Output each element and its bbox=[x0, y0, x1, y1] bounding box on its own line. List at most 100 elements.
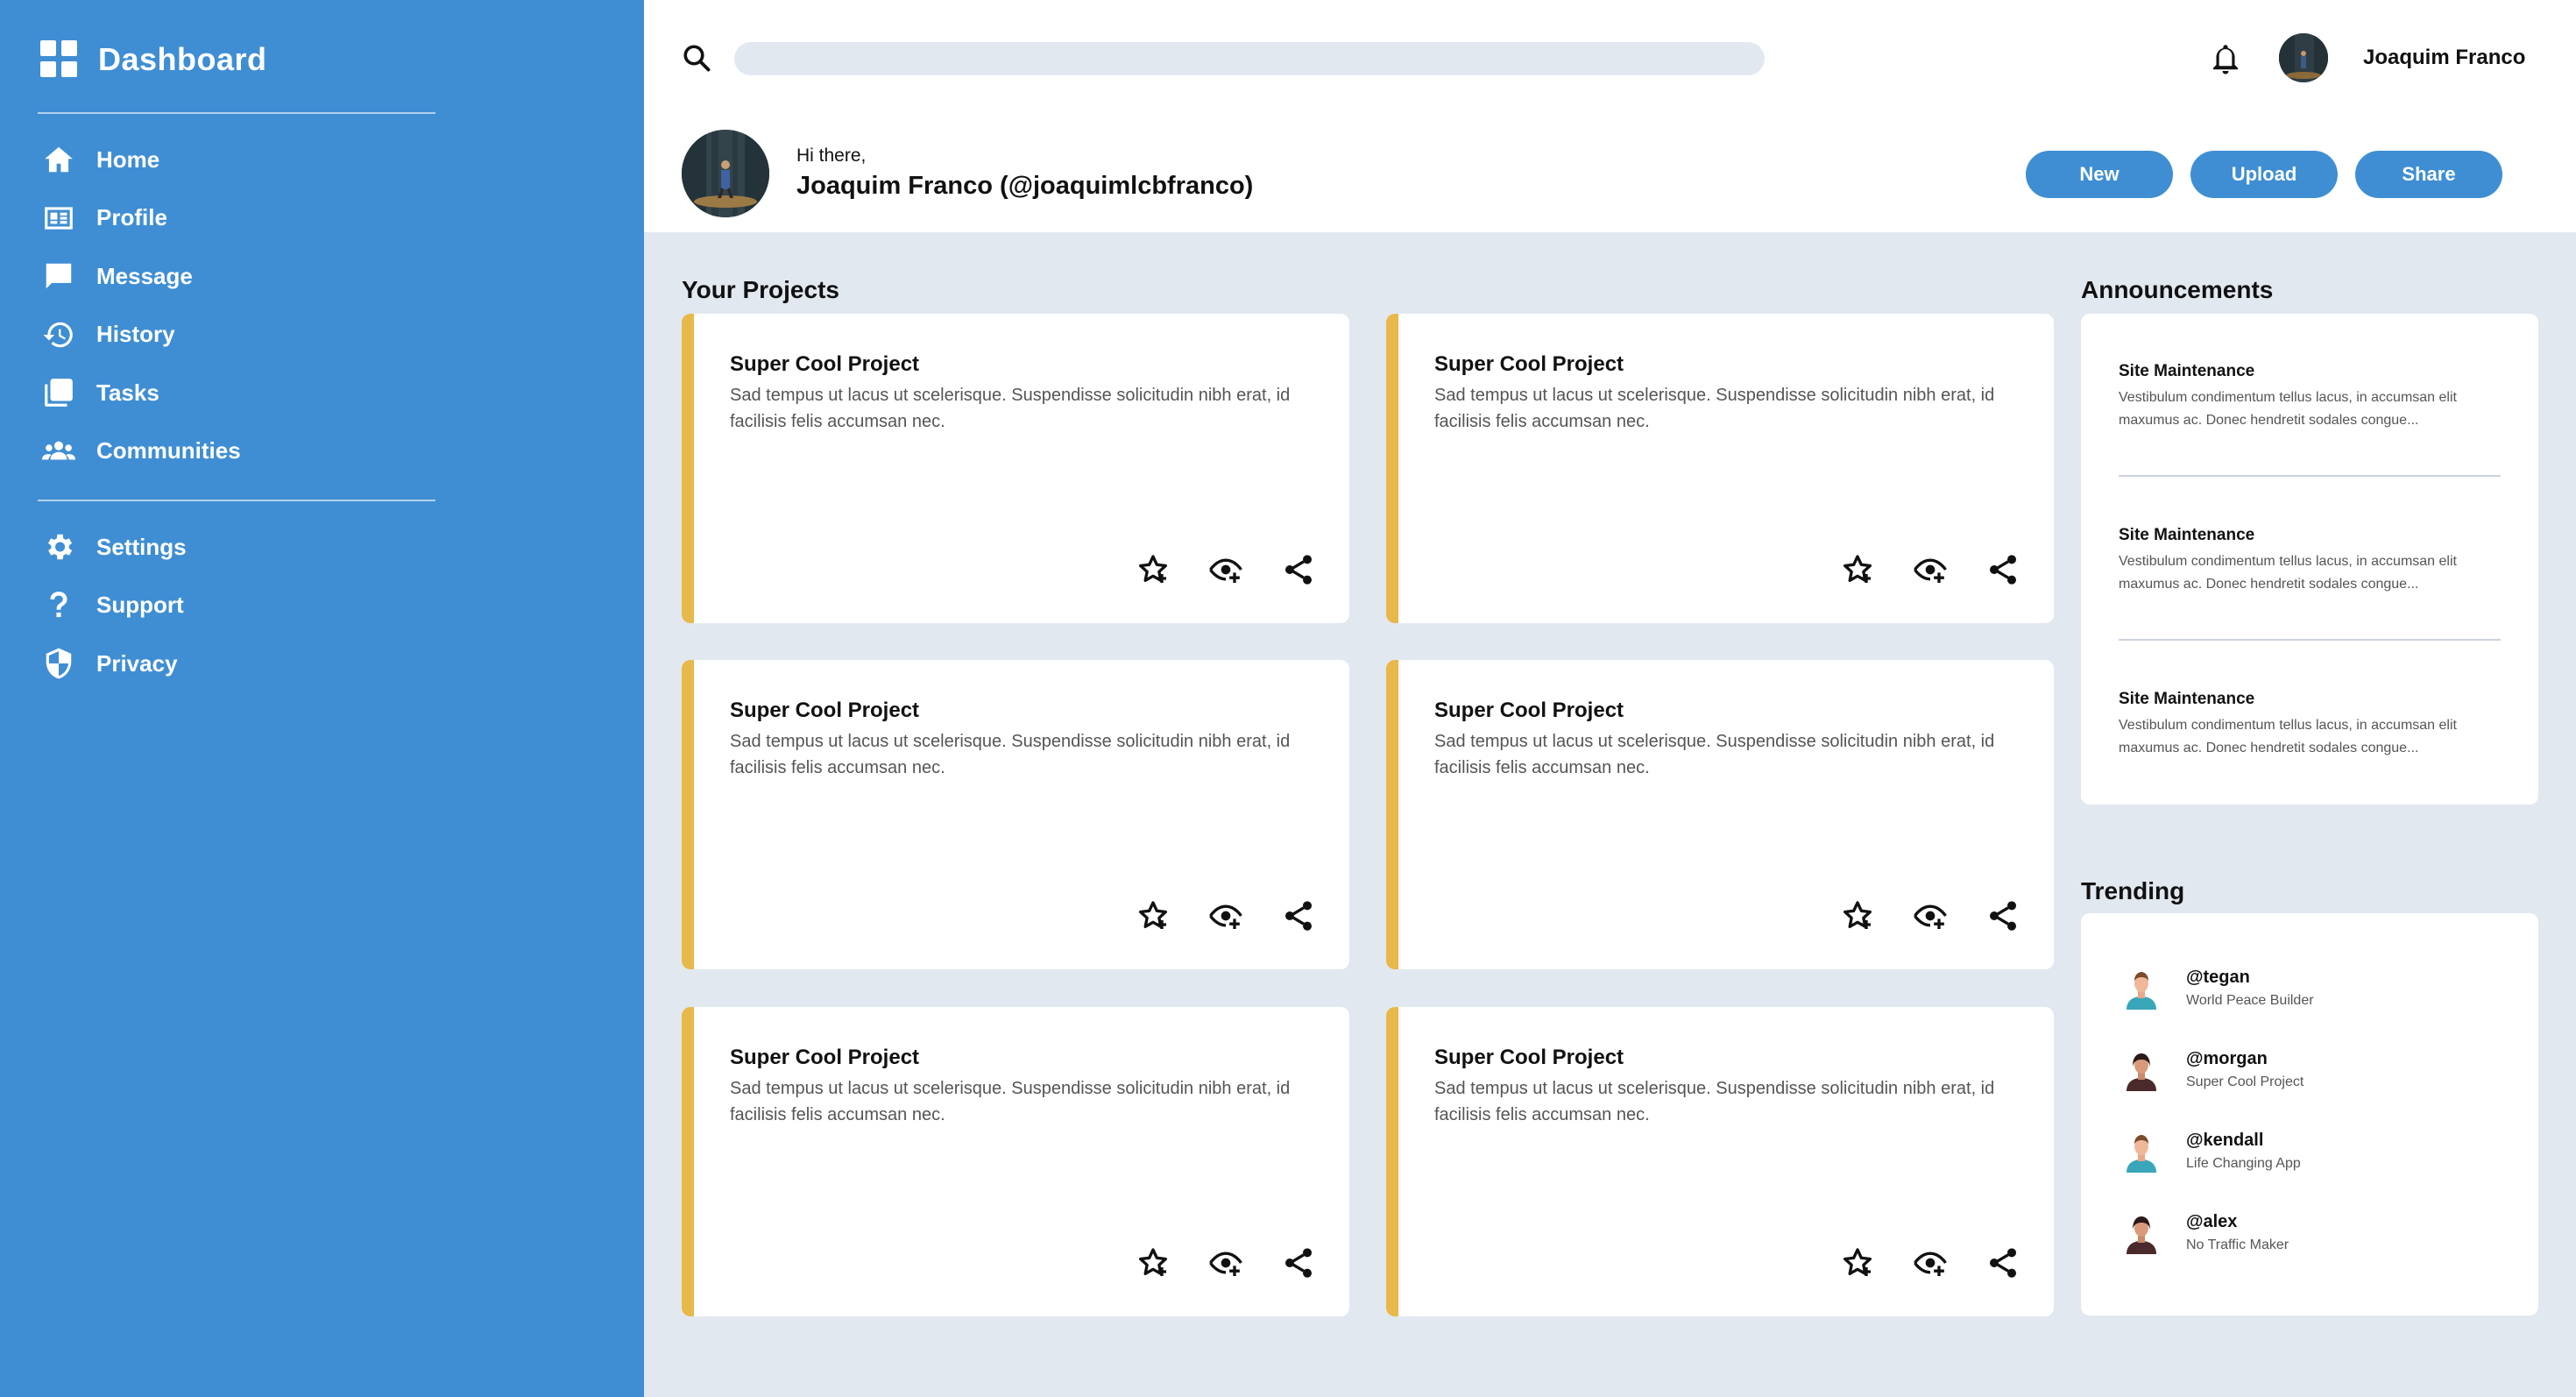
share-button[interactable]: Share bbox=[2355, 151, 2502, 198]
project-actions bbox=[1840, 552, 2054, 587]
favorite-icon[interactable] bbox=[1136, 552, 1171, 587]
project-card[interactable]: Super Cool Project Sad tempus ut lacus ut… bbox=[1386, 660, 2054, 969]
sidebar-item-label: Tasks bbox=[96, 379, 159, 406]
sidebar-item-support[interactable]: Support bbox=[40, 577, 187, 635]
favorite-icon[interactable] bbox=[1136, 898, 1171, 933]
trending-item[interactable]: @morgan Super Cool Project bbox=[2120, 1047, 2304, 1091]
bell-icon[interactable] bbox=[2207, 40, 2244, 77]
project-card[interactable]: Super Cool Project Sad tempus ut lacus ut… bbox=[682, 1007, 1349, 1316]
history-icon bbox=[40, 316, 77, 353]
announcements-panel: Site Maintenance Vestibulum condimentum … bbox=[2081, 314, 2538, 805]
watch-icon[interactable] bbox=[1913, 552, 1948, 587]
sidebar-item-label: Settings bbox=[96, 533, 187, 560]
dashboard-icon bbox=[40, 40, 79, 79]
favorite-icon[interactable] bbox=[1840, 552, 1875, 587]
sidebar-item-settings[interactable]: Settings bbox=[40, 518, 187, 577]
shield-icon bbox=[40, 645, 77, 682]
brand-title: Dashboard bbox=[98, 41, 267, 77]
upload-button[interactable]: Upload bbox=[2190, 151, 2338, 198]
gear-icon bbox=[40, 528, 77, 565]
search-icon[interactable] bbox=[681, 42, 712, 74]
sidebar-item-label: Privacy bbox=[96, 649, 178, 677]
share-icon[interactable] bbox=[1281, 552, 1316, 587]
trending-item[interactable]: @tegan World Peace Builder bbox=[2120, 966, 2314, 1010]
sidebar-item-home[interactable]: Home bbox=[40, 131, 241, 189]
sidebar-item-privacy[interactable]: Privacy bbox=[40, 635, 187, 693]
trending-handle: @tegan bbox=[2186, 967, 2250, 987]
project-card[interactable]: Super Cool Project Sad tempus ut lacus ut… bbox=[1386, 1007, 2054, 1316]
favorite-icon[interactable] bbox=[1840, 898, 1875, 933]
sidebar-item-label: History bbox=[96, 321, 175, 348]
sidebar-nav-secondary: Settings Support Privacy bbox=[40, 518, 187, 693]
project-card[interactable]: Super Cool Project Sad tempus ut lacus ut… bbox=[1386, 314, 2054, 623]
sidebar-divider bbox=[38, 500, 435, 501]
trending-subtitle: Life Changing App bbox=[2186, 1155, 2301, 1171]
announcement-title: Site Maintenance bbox=[2119, 690, 2255, 708]
avatar bbox=[2127, 1135, 2156, 1173]
favorite-icon[interactable] bbox=[1840, 1245, 1875, 1280]
user-avatar[interactable] bbox=[2279, 33, 2328, 82]
share-icon[interactable] bbox=[1985, 898, 2020, 933]
project-actions bbox=[1840, 898, 2054, 933]
sidebar-nav-primary: Home Profile Message History Tasks Commu… bbox=[40, 131, 241, 480]
greeting: Hi there, bbox=[796, 145, 867, 166]
announcement-divider bbox=[2119, 639, 2501, 641]
watch-icon[interactable] bbox=[1913, 1245, 1948, 1280]
question-icon bbox=[40, 587, 77, 624]
announcement-item[interactable]: Site Maintenance Vestibulum condimentum … bbox=[2119, 526, 2501, 596]
user-name[interactable]: Joaquim Franco bbox=[2363, 46, 2525, 70]
announcement-text: Vestibulum condimentum tellus lacus, in … bbox=[2119, 554, 2457, 592]
project-description: Sad tempus ut lacus ut scelerisque. Susp… bbox=[730, 1079, 1291, 1124]
new-button[interactable]: New bbox=[2026, 151, 2173, 198]
sidebar-item-tasks[interactable]: Tasks bbox=[40, 364, 241, 422]
announcement-item[interactable]: Site Maintenance Vestibulum condimentum … bbox=[2119, 690, 2501, 760]
watch-icon[interactable] bbox=[1913, 898, 1948, 933]
sidebar-item-message[interactable]: Message bbox=[40, 247, 241, 306]
share-icon[interactable] bbox=[1281, 898, 1316, 933]
home-icon bbox=[40, 141, 77, 178]
trending-handle: @kendall bbox=[2186, 1130, 2264, 1150]
project-actions bbox=[1136, 1245, 1349, 1280]
project-description: Sad tempus ut lacus ut scelerisque. Susp… bbox=[730, 732, 1291, 777]
trending-item[interactable]: @alex No Traffic Maker bbox=[2120, 1210, 2289, 1254]
projects-title: Your Projects bbox=[682, 276, 839, 303]
sidebar-item-label: Support bbox=[96, 592, 184, 619]
trending-panel: @tegan World Peace Builder @morgan Super… bbox=[2081, 913, 2538, 1315]
project-actions bbox=[1136, 898, 1349, 933]
share-icon[interactable] bbox=[1281, 1245, 1316, 1280]
profile-full-name: Joaquim Franco (@joaquimlcbfranco) bbox=[796, 172, 1254, 200]
announcement-text: Vestibulum condimentum tellus lacus, in … bbox=[2119, 390, 2457, 428]
message-icon bbox=[40, 258, 77, 294]
sidebar-divider bbox=[38, 112, 435, 114]
sidebar-item-profile[interactable]: Profile bbox=[40, 189, 241, 248]
id-card-icon bbox=[40, 200, 77, 237]
sidebar-item-communities[interactable]: Communities bbox=[40, 422, 241, 481]
search-input[interactable] bbox=[734, 42, 1765, 75]
favorite-icon[interactable] bbox=[1136, 1245, 1171, 1280]
announcement-item[interactable]: Site Maintenance Vestibulum condimentum … bbox=[2119, 362, 2501, 432]
share-icon[interactable] bbox=[1985, 552, 2020, 587]
trending-handle: @morgan bbox=[2186, 1048, 2268, 1068]
watch-icon[interactable] bbox=[1208, 1245, 1243, 1280]
sidebar-item-label: Message bbox=[96, 262, 193, 289]
share-icon[interactable] bbox=[1985, 1245, 2020, 1280]
project-card[interactable]: Super Cool Project Sad tempus ut lacus ut… bbox=[682, 660, 1349, 969]
sidebar-item-label: Home bbox=[96, 145, 160, 173]
trending-item[interactable]: @kendall Life Changing App bbox=[2120, 1129, 2301, 1173]
watch-icon[interactable] bbox=[1208, 898, 1243, 933]
project-description: Sad tempus ut lacus ut scelerisque. Susp… bbox=[730, 386, 1291, 431]
watch-icon[interactable] bbox=[1208, 552, 1243, 587]
project-card[interactable]: Super Cool Project Sad tempus ut lacus ut… bbox=[682, 314, 1349, 623]
sidebar: Dashboard Home Profile Message History T… bbox=[0, 0, 644, 1397]
project-actions bbox=[1136, 552, 1349, 587]
announcement-title: Site Maintenance bbox=[2119, 362, 2255, 380]
project-title: Super Cool Project bbox=[1434, 352, 1624, 376]
project-actions bbox=[1840, 1245, 2054, 1280]
avatar bbox=[2127, 972, 2156, 1010]
brand[interactable]: Dashboard bbox=[40, 40, 267, 79]
trending-subtitle: World Peace Builder bbox=[2186, 992, 2314, 1008]
tasks-icon bbox=[40, 374, 77, 411]
announcement-divider bbox=[2119, 475, 2501, 477]
sidebar-item-history[interactable]: History bbox=[40, 306, 241, 365]
announcement-title: Site Maintenance bbox=[2119, 526, 2255, 544]
